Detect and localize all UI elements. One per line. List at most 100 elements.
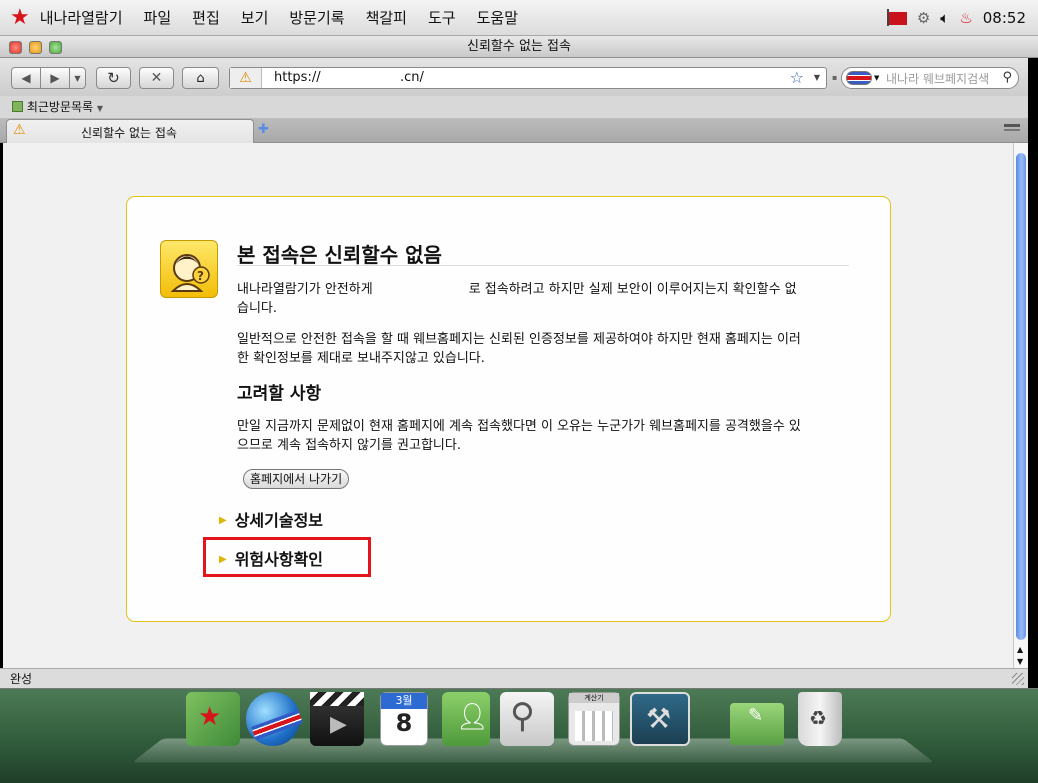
url-text-prefix: https:// [274, 70, 321, 85]
menu-edit[interactable]: 편집 [192, 7, 220, 28]
url-text-suffix: .cn/ [400, 70, 424, 85]
network-gear-icon[interactable]: ⚙ [917, 9, 930, 27]
explanation-line-2: 한 확인정보를 제대로 보내주지않고 있습니다. [237, 351, 485, 366]
red-star-icon: ★ [198, 702, 222, 732]
menu-file[interactable]: 파일 [144, 7, 172, 28]
search-magnifier-icon[interactable]: ⚲ [500, 692, 554, 746]
menu-tools[interactable]: 도구 [428, 7, 456, 28]
files-app-icon[interactable]: ★ [186, 692, 240, 746]
calendar-day: 8 [395, 709, 413, 737]
video-player-icon[interactable]: ▶ [310, 692, 364, 746]
address-book-icon[interactable]: 👤︎ [442, 692, 490, 746]
application-dock: ★ ▶ 3월 8 👤︎ ⚲ 계산기 ⚒ ✎ ♻ [0, 689, 1038, 783]
error-card: ? 본 접속은 신뢰할수 없음 내나라열람기가 안전하게 로 접속하려고 하지만 … [126, 196, 891, 622]
bookmark-star-icon[interactable]: ☆ [790, 68, 804, 88]
forward-button[interactable]: ▶ [40, 67, 70, 89]
search-engine-dropdown-icon[interactable]: ▼ [874, 68, 879, 88]
window-title: 신뢰할수 없는 접속 [467, 39, 571, 54]
technical-details-label: 상세기술정보 [234, 511, 324, 530]
intro-text-2: 로 접속하려고 하지만 실제 보안이 이루어지는지 확인할수 없 [468, 282, 797, 297]
url-dropdown-icon[interactable]: ▼ [814, 68, 820, 88]
status-text: 완성 [10, 672, 33, 686]
magnifier-icon: ⚲ [510, 696, 535, 736]
menu-view[interactable]: 보기 [241, 7, 269, 28]
navigation-toolbar: ◀ ▶ ▼ ↻ ✕ ⌂ ⚠ https:// .cn/ ☆ ▼ ▪ ▼ 내나라 … [0, 58, 1038, 96]
calendar-icon[interactable]: 3월 8 [380, 692, 428, 746]
zoom-window-icon[interactable] [49, 41, 62, 54]
scrollbar-thumb[interactable] [1016, 153, 1026, 640]
search-bar[interactable]: ▼ 내나라 웨브페지검색 ⚲ [841, 67, 1019, 89]
screen-edge [1028, 58, 1038, 698]
menu-browser[interactable]: 내나라열람기 [40, 7, 123, 28]
minimize-window-icon[interactable] [29, 41, 42, 54]
red-star-icon[interactable]: ★ [10, 6, 30, 29]
flag-icon[interactable] [886, 8, 907, 26]
home-button[interactable]: ⌂ [182, 67, 219, 89]
tab-warning-icon: ⚠ [13, 122, 26, 138]
search-icon[interactable]: ⚲ [1002, 68, 1012, 88]
volume-icon[interactable]: 🔈︎ [940, 9, 949, 27]
clapper-stripes [310, 692, 364, 706]
search-engine-icon[interactable] [846, 71, 872, 85]
scroll-up-icon[interactable]: ▲ [1017, 645, 1023, 654]
url-redacted-block [326, 69, 400, 87]
consider-heading: 고려할 사항 [237, 384, 322, 404]
tab-list-icon[interactable] [1004, 124, 1020, 136]
page-content: ? 본 접속은 신뢰할수 없음 내나라열람기가 안전하게 로 접속하려고 하지만 … [3, 143, 1013, 668]
menu-help[interactable]: 도움말 [477, 7, 518, 28]
scroll-down-icon[interactable]: ▼ [1017, 657, 1023, 666]
search-input[interactable]: 내나라 웨브페지검색 [886, 70, 998, 87]
folder-icon[interactable]: ✎ [730, 703, 784, 745]
recent-bookmarks-label: 최근방문목록 [26, 100, 94, 114]
explanation-line-1: 일반적으로 안전한 접속을 할 때 웨브홈페지는 신뢰된 인증정보를 제공하여야… [237, 332, 801, 347]
status-bar: 완성 [0, 668, 1028, 688]
window-title-bar: 신뢰할수 없는 접속 [0, 36, 1038, 58]
menu-history[interactable]: 방문기록 [289, 7, 344, 28]
error-title: 본 접속은 신뢰할수 없음 [237, 243, 442, 267]
svg-text:?: ? [197, 269, 204, 283]
title-divider [237, 265, 849, 266]
person-icon: 👤︎ [456, 702, 490, 732]
consider-line-1: 만일 지금까지 문제없이 현재 홈페지에 계속 접속했다면 이 오유는 누군가가… [237, 419, 801, 434]
intro-text-3: 습니다. [237, 301, 278, 316]
consider-text: 만일 지금까지 문제없이 현재 홈페지에 계속 접속했다면 이 오유는 누군가가… [237, 417, 849, 455]
trash-icon[interactable]: ♻ [798, 692, 842, 746]
back-button[interactable]: ◀ [11, 67, 41, 89]
intro-text-1: 내나라열람기가 안전하게 [237, 282, 373, 297]
tab-title: 신뢰할수 없는 접속 [81, 126, 177, 140]
technical-details-expander[interactable]: ▶ 상세기술정보 [219, 507, 323, 531]
toolbar-separator-dot: ▪ [832, 73, 838, 82]
exit-homepage-button[interactable]: 홈페지에서 나가기 [243, 469, 350, 489]
hammer-icon: ⚒ [646, 702, 672, 735]
play-icon: ▶ [330, 712, 347, 737]
history-dropdown-button[interactable]: ▼ [69, 67, 86, 89]
tab-strip: ⚠ 신뢰할수 없는 접속 ✚ [0, 118, 1038, 143]
torch-icon[interactable]: ♨ [959, 9, 972, 27]
clock[interactable]: 08:52 [983, 9, 1026, 27]
menu-bookmarks[interactable]: 책갈피 [366, 7, 407, 28]
system-tray: ⚙ 🔈︎ ♨ 08:52 [886, 0, 1026, 36]
vertical-scrollbar[interactable]: ▲ ▼ [1013, 143, 1028, 668]
stop-button[interactable]: ✕ [139, 67, 174, 89]
calendar-month: 3월 [381, 693, 427, 709]
flag-stripe [251, 709, 303, 741]
resize-grip-icon[interactable] [1012, 673, 1024, 685]
close-window-icon[interactable] [9, 41, 22, 54]
new-tab-icon[interactable]: ✚ [258, 122, 269, 137]
recent-bookmarks-menu[interactable]: 최근방문목록 ▼ [12, 100, 103, 114]
error-intro: 내나라열람기가 안전하게 로 접속하려고 하지만 실제 보안이 이루어지는지 확인… [237, 280, 849, 318]
tab-untrusted-connection[interactable]: ⚠ 신뢰할수 없는 접속 [6, 119, 254, 143]
browser-globe-icon[interactable] [246, 692, 303, 746]
certificate-error-icon: ? [160, 240, 218, 298]
security-warning-icon[interactable]: ⚠ [230, 68, 262, 88]
recycle-icon: ♻ [809, 706, 827, 730]
pencil-icon: ✎ [748, 705, 764, 726]
system-tools-icon[interactable]: ⚒ [630, 692, 690, 746]
chevron-down-icon: ▼ [96, 104, 104, 113]
calculator-icon[interactable]: 계산기 [568, 692, 620, 746]
reload-button[interactable]: ↻ [96, 67, 131, 89]
rss-icon [12, 101, 23, 112]
highlight-annotation-box [203, 537, 371, 577]
url-bar[interactable]: ⚠ https:// .cn/ ☆ ▼ [229, 67, 827, 89]
calculator-title: 계산기 [569, 693, 619, 703]
